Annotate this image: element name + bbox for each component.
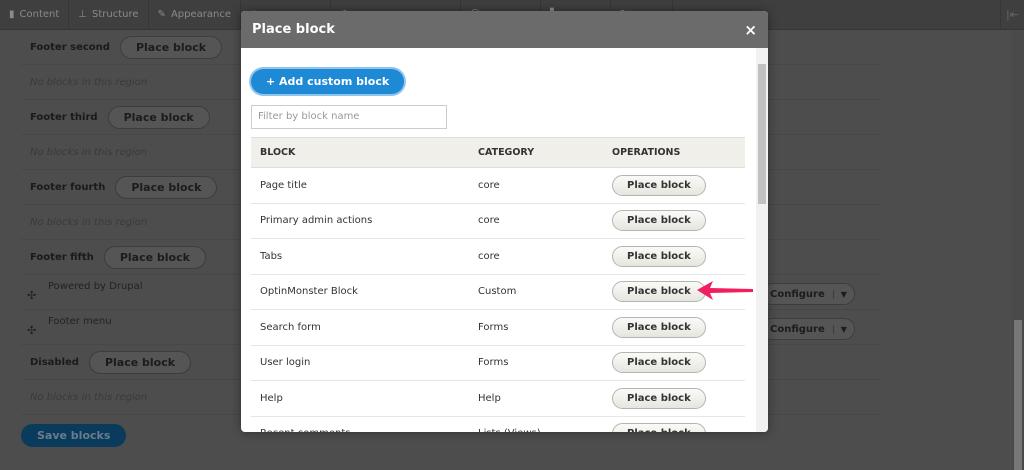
table-row: Help Help Place block [251, 380, 745, 417]
block-name: Search form [251, 309, 469, 346]
column-header: OPERATIONS [603, 137, 745, 168]
block-name: Help [251, 380, 469, 417]
place-block-button[interactable]: Place block [612, 387, 706, 409]
block-table: BLOCK CATEGORY OPERATIONS Page title core… [251, 137, 745, 432]
table-row: OptinMonster Block Custom Place block [251, 274, 745, 310]
block-category: Forms [469, 345, 603, 381]
dialog-title: Place block [252, 22, 335, 37]
block-name: Primary admin actions [251, 203, 469, 239]
block-name: Tabs [251, 238, 469, 275]
block-category: Help [469, 380, 603, 417]
table-row: Tabs core Place block [251, 238, 745, 275]
sitemap-icon: ⊥ [78, 9, 88, 20]
column-header: CATEGORY [469, 137, 603, 168]
table-row: Primary admin actions core Place block [251, 203, 745, 239]
toolbar-appearance[interactable]: ✎ Appearance [149, 0, 241, 29]
brush-icon: ✎ [157, 9, 166, 20]
page-scrollbar-thumb[interactable] [1014, 320, 1022, 470]
place-block-button[interactable]: Place block [612, 423, 706, 432]
save-blocks-button[interactable]: Save blocks [21, 424, 127, 447]
block-category: Forms [469, 309, 603, 346]
place-block-button[interactable]: Place block [612, 281, 706, 303]
place-block-button[interactable]: Place block [612, 210, 706, 232]
close-icon[interactable]: × [744, 21, 757, 39]
block-category: core [469, 238, 603, 275]
chevron-down-icon[interactable]: ▼ [832, 324, 854, 334]
block-name: OptinMonster Block [251, 274, 469, 310]
configure-dropbutton[interactable]: Configure ▼ [761, 318, 855, 340]
toolbar-content[interactable]: ▮ Content [0, 0, 70, 29]
dialog-scrollbar-thumb[interactable] [758, 64, 766, 204]
place-block-button[interactable]: Place block [115, 175, 218, 199]
place-block-button[interactable]: Place block [103, 245, 206, 269]
toolbar-orientation-toggle[interactable]: |⇤ [1000, 0, 1024, 29]
place-block-dialog: Place block × + Add custom block Filter … [241, 11, 768, 432]
place-block-button[interactable]: Place block [612, 245, 706, 267]
block-category: core [469, 203, 603, 239]
table-row: Search form Forms Place block [251, 309, 745, 346]
block-category: core [469, 167, 603, 204]
place-block-button[interactable]: Place block [119, 35, 223, 59]
dialog-header: Place block × [241, 11, 768, 48]
dialog-scrollbar[interactable] [756, 48, 768, 432]
table-row: Recent commentsLists (Views) Place block [251, 416, 745, 432]
place-block-button[interactable]: Place block [107, 105, 210, 129]
block-name: Recent comments [251, 416, 469, 432]
place-block-button[interactable]: Place block [88, 350, 192, 374]
add-custom-block-button[interactable]: + Add custom block [251, 69, 405, 94]
place-block-button[interactable]: Place block [612, 352, 706, 374]
configure-dropbutton[interactable]: Configure ▼ [761, 283, 855, 305]
page-scrollbar[interactable] [1012, 30, 1024, 470]
drag-handle-icon[interactable]: ✣ [27, 289, 36, 302]
block-name: Page title [251, 167, 469, 204]
column-header: BLOCK [251, 137, 469, 168]
toolbar-structure[interactable]: ⊥ Structure [69, 0, 149, 29]
place-block-button[interactable]: Place block [612, 174, 706, 196]
drag-handle-icon[interactable]: ✣ [27, 324, 36, 337]
chevron-down-icon[interactable]: ▼ [832, 289, 854, 299]
filter-input[interactable]: Filter by block name [251, 105, 447, 129]
file-icon: ▮ [9, 9, 15, 20]
table-row: Page title core Place block [251, 167, 745, 204]
place-block-button[interactable]: Place block [612, 316, 706, 338]
block-category: Lists (Views) [469, 416, 603, 432]
block-category: Custom [469, 274, 603, 310]
annotation-arrow-icon [697, 281, 753, 300]
dialog-body: + Add custom block Filter by block name … [241, 48, 768, 432]
block-name: User login [251, 345, 469, 381]
table-row: User login Forms Place block [251, 345, 745, 381]
